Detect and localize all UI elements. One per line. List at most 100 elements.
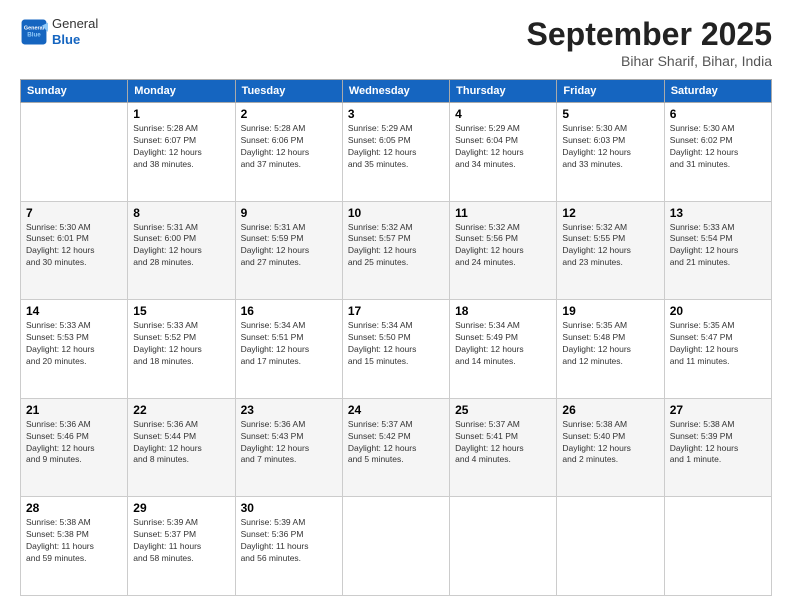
day-info: Sunrise: 5:34 AMSunset: 5:49 PMDaylight:… [455, 320, 551, 368]
day-info: Sunrise: 5:38 AMSunset: 5:40 PMDaylight:… [562, 419, 658, 467]
day-number: 25 [455, 403, 551, 417]
day-info: Sunrise: 5:29 AMSunset: 6:04 PMDaylight:… [455, 123, 551, 171]
calendar-header-row: SundayMondayTuesdayWednesdayThursdayFrid… [21, 80, 772, 103]
day-number: 24 [348, 403, 444, 417]
day-number: 10 [348, 206, 444, 220]
calendar-table: SundayMondayTuesdayWednesdayThursdayFrid… [20, 79, 772, 596]
day-number: 16 [241, 304, 337, 318]
day-info: Sunrise: 5:39 AMSunset: 5:37 PMDaylight:… [133, 517, 229, 565]
calendar-cell: 9 Sunrise: 5:31 AMSunset: 5:59 PMDaylight… [235, 201, 342, 300]
calendar-cell: 3Sunrise: 5:29 AMSunset: 6:05 PMDaylight… [342, 103, 449, 202]
calendar-week-4: 28Sunrise: 5:38 AMSunset: 5:38 PMDayligh… [21, 497, 772, 596]
day-number: 14 [26, 304, 122, 318]
calendar-cell: 26Sunrise: 5:38 AMSunset: 5:40 PMDayligh… [557, 398, 664, 497]
calendar-cell [342, 497, 449, 596]
calendar-cell: 20Sunrise: 5:35 AMSunset: 5:47 PMDayligh… [664, 300, 771, 399]
calendar-cell: 22 Sunrise: 5:36 AMSunset: 5:44 PMDayligh… [128, 398, 235, 497]
day-info: Sunrise: 5:34 AMSunset: 5:51 PMDaylight:… [241, 320, 337, 368]
day-info: Sunrise: 5:32 AMSunset: 5:57 PMDaylight:… [348, 222, 444, 270]
day-number: 17 [348, 304, 444, 318]
calendar-week-2: 14 Sunrise: 5:33 AMSunset: 5:53 PMDayligh… [21, 300, 772, 399]
day-info: Sunrise: 5:37 AMSunset: 5:42 PMDaylight:… [348, 419, 444, 467]
calendar-cell: 10 Sunrise: 5:32 AMSunset: 5:57 PMDayligh… [342, 201, 449, 300]
calendar-cell [450, 497, 557, 596]
calendar-header-thursday: Thursday [450, 80, 557, 103]
calendar-cell: 1 Sunrise: 5:28 AMSunset: 6:07 PMDaylight… [128, 103, 235, 202]
page: General Blue General Blue September 2025… [0, 0, 792, 612]
day-info: Sunrise: 5:30 AMSunset: 6:02 PMDaylight:… [670, 123, 766, 171]
month-title: September 2025 [527, 16, 772, 53]
calendar-cell: 11 Sunrise: 5:32 AMSunset: 5:56 PMDayligh… [450, 201, 557, 300]
logo: General Blue General Blue [20, 16, 98, 47]
calendar-header-monday: Monday [128, 80, 235, 103]
calendar-cell: 17 Sunrise: 5:34 AMSunset: 5:50 PMDayligh… [342, 300, 449, 399]
day-number: 3 [348, 107, 444, 121]
day-number: 30 [241, 501, 337, 515]
day-info: Sunrise: 5:36 AMSunset: 5:44 PMDaylight:… [133, 419, 229, 467]
title-block: September 2025 Bihar Sharif, Bihar, Indi… [527, 16, 772, 69]
day-number: 12 [562, 206, 658, 220]
day-info: Sunrise: 5:33 AMSunset: 5:52 PMDaylight:… [133, 320, 229, 368]
logo-icon: General Blue [20, 18, 48, 46]
day-number: 23 [241, 403, 337, 417]
calendar-cell: 30 Sunrise: 5:39 AMSunset: 5:36 PMDayligh… [235, 497, 342, 596]
day-info: Sunrise: 5:36 AMSunset: 5:46 PMDaylight:… [26, 419, 122, 467]
day-info: Sunrise: 5:30 AMSunset: 6:03 PMDaylight:… [562, 123, 658, 171]
day-number: 21 [26, 403, 122, 417]
logo-text: General Blue [52, 16, 98, 47]
calendar-cell: 23 Sunrise: 5:36 AMSunset: 5:43 PMDayligh… [235, 398, 342, 497]
calendar-cell: 13Sunrise: 5:33 AMSunset: 5:54 PMDayligh… [664, 201, 771, 300]
calendar-header-saturday: Saturday [664, 80, 771, 103]
day-number: 1 [133, 107, 229, 121]
day-number: 6 [670, 107, 766, 121]
day-number: 5 [562, 107, 658, 121]
calendar-cell: 19 Sunrise: 5:35 AMSunset: 5:48 PMDayligh… [557, 300, 664, 399]
calendar-cell: 27 Sunrise: 5:38 AMSunset: 5:39 PMDayligh… [664, 398, 771, 497]
day-number: 8 [133, 206, 229, 220]
calendar-header-wednesday: Wednesday [342, 80, 449, 103]
day-info: Sunrise: 5:37 AMSunset: 5:41 PMDaylight:… [455, 419, 551, 467]
day-number: 18 [455, 304, 551, 318]
calendar-cell: 29 Sunrise: 5:39 AMSunset: 5:37 PMDayligh… [128, 497, 235, 596]
day-info: Sunrise: 5:36 AMSunset: 5:43 PMDaylight:… [241, 419, 337, 467]
day-info: Sunrise: 5:31 AMSunset: 5:59 PMDaylight:… [241, 222, 337, 270]
day-number: 9 [241, 206, 337, 220]
calendar-cell: 15 Sunrise: 5:33 AMSunset: 5:52 PMDayligh… [128, 300, 235, 399]
day-info: Sunrise: 5:28 AMSunset: 6:07 PMDaylight:… [133, 123, 229, 171]
day-number: 22 [133, 403, 229, 417]
calendar-cell: 28Sunrise: 5:38 AMSunset: 5:38 PMDayligh… [21, 497, 128, 596]
calendar-cell: 21 Sunrise: 5:36 AMSunset: 5:46 PMDayligh… [21, 398, 128, 497]
header: General Blue General Blue September 2025… [20, 16, 772, 69]
day-info: Sunrise: 5:38 AMSunset: 5:38 PMDaylight:… [26, 517, 122, 565]
day-info: Sunrise: 5:28 AMSunset: 6:06 PMDaylight:… [241, 123, 337, 171]
day-number: 15 [133, 304, 229, 318]
day-info: Sunrise: 5:39 AMSunset: 5:36 PMDaylight:… [241, 517, 337, 565]
calendar-cell [21, 103, 128, 202]
day-info: Sunrise: 5:30 AMSunset: 6:01 PMDaylight:… [26, 222, 122, 270]
day-info: Sunrise: 5:33 AMSunset: 5:54 PMDaylight:… [670, 222, 766, 270]
calendar-cell [557, 497, 664, 596]
svg-text:Blue: Blue [27, 31, 41, 38]
day-number: 29 [133, 501, 229, 515]
day-info: Sunrise: 5:33 AMSunset: 5:53 PMDaylight:… [26, 320, 122, 368]
calendar-cell: 7Sunrise: 5:30 AMSunset: 6:01 PMDaylight… [21, 201, 128, 300]
calendar-week-0: 1 Sunrise: 5:28 AMSunset: 6:07 PMDaylight… [21, 103, 772, 202]
day-info: Sunrise: 5:35 AMSunset: 5:48 PMDaylight:… [562, 320, 658, 368]
day-info: Sunrise: 5:34 AMSunset: 5:50 PMDaylight:… [348, 320, 444, 368]
day-number: 2 [241, 107, 337, 121]
calendar-cell: 6 Sunrise: 5:30 AMSunset: 6:02 PMDaylight… [664, 103, 771, 202]
day-info: Sunrise: 5:38 AMSunset: 5:39 PMDaylight:… [670, 419, 766, 467]
calendar-week-3: 21 Sunrise: 5:36 AMSunset: 5:46 PMDayligh… [21, 398, 772, 497]
day-info: Sunrise: 5:32 AMSunset: 5:55 PMDaylight:… [562, 222, 658, 270]
day-number: 19 [562, 304, 658, 318]
svg-text:General: General [24, 25, 45, 31]
calendar-cell: 14 Sunrise: 5:33 AMSunset: 5:53 PMDayligh… [21, 300, 128, 399]
calendar-cell: 12 Sunrise: 5:32 AMSunset: 5:55 PMDayligh… [557, 201, 664, 300]
day-number: 11 [455, 206, 551, 220]
day-number: 20 [670, 304, 766, 318]
calendar-cell: 2 Sunrise: 5:28 AMSunset: 6:06 PMDaylight… [235, 103, 342, 202]
day-info: Sunrise: 5:32 AMSunset: 5:56 PMDaylight:… [455, 222, 551, 270]
calendar-cell: 16 Sunrise: 5:34 AMSunset: 5:51 PMDayligh… [235, 300, 342, 399]
calendar-header-friday: Friday [557, 80, 664, 103]
day-number: 27 [670, 403, 766, 417]
